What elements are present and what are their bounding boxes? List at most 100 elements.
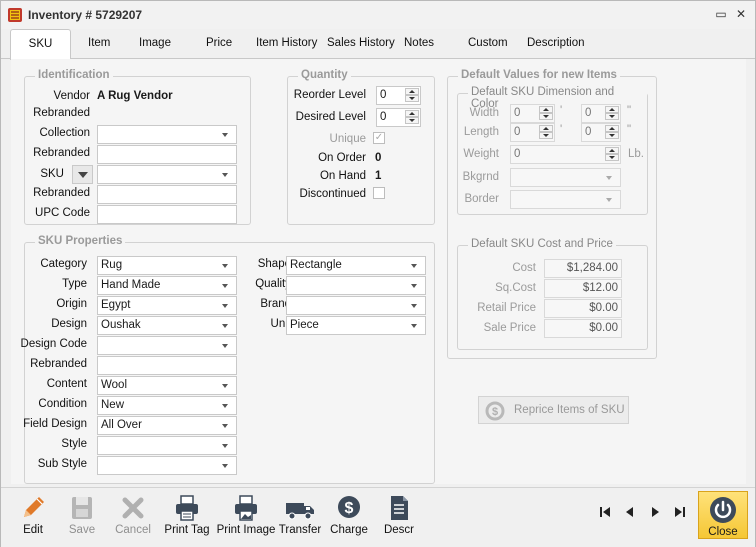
sku-dropdown-button[interactable] [72, 165, 93, 184]
close-label: Close [708, 526, 738, 538]
length-inch-stepper[interactable]: 0 [581, 123, 621, 142]
sku-tab-content: Identification Vendor A Rug Vendor Rebra… [11, 59, 746, 484]
charge-button[interactable]: $ Charge [330, 494, 368, 536]
retail-price-field[interactable]: $0.00 [544, 299, 622, 318]
property-select[interactable] [97, 336, 237, 355]
quantity-group: Quantity Reorder Level 0 Desired Level 0… [287, 69, 435, 225]
property-select[interactable] [286, 276, 426, 295]
transfer-label: Transfer [278, 524, 322, 536]
width-inch-spin[interactable] [605, 106, 619, 121]
rebranded-input-3[interactable] [97, 185, 237, 204]
restore-icon[interactable]: ▭ [712, 5, 730, 23]
print-tag-button[interactable]: Print Tag [163, 494, 211, 536]
tab-custom[interactable]: Custom [468, 37, 508, 49]
close-window-icon[interactable]: ✕ [732, 5, 750, 23]
sq-cost-label: Sq.Cost [495, 282, 536, 294]
property-select[interactable]: Piece [286, 316, 426, 335]
tab-item-history[interactable]: Item History [256, 37, 317, 49]
length-inch-value: 0 [585, 126, 592, 138]
bkgrnd-select[interactable] [510, 168, 621, 187]
sq-cost-field[interactable]: $12.00 [544, 279, 622, 298]
tab-notes[interactable]: Notes [404, 37, 434, 49]
upc-code-input[interactable] [97, 205, 237, 224]
save-label: Save [68, 524, 96, 536]
sku-select[interactable] [97, 165, 237, 184]
unique-checkbox[interactable]: ✓ [373, 132, 385, 144]
close-button[interactable]: Close [698, 491, 748, 539]
on-hand-value: 1 [375, 170, 382, 182]
next-record-icon[interactable] [648, 505, 662, 519]
save-button[interactable]: Save [67, 494, 97, 536]
reorder-level-spin[interactable] [405, 88, 419, 103]
identification-group: Identification Vendor A Rug Vendor Rebra… [24, 69, 251, 225]
length-inch-spin[interactable] [605, 125, 619, 140]
edit-button[interactable]: Edit [18, 494, 48, 536]
property-select[interactable]: Wool [97, 376, 237, 395]
feet-mark: ' [560, 105, 563, 117]
width-feet-stepper[interactable]: 0 [510, 104, 555, 123]
tab-sku[interactable]: SKU [10, 29, 71, 60]
first-record-icon[interactable] [598, 505, 612, 519]
width-feet-spin[interactable] [539, 106, 553, 121]
cost-field[interactable]: $1,284.00 [544, 259, 622, 278]
width-feet-value: 0 [514, 107, 521, 119]
rebranded-input-2[interactable] [97, 145, 237, 164]
tab-item[interactable]: Item [88, 37, 110, 49]
power-icon [710, 497, 736, 523]
reprice-items-button[interactable]: $ Reprice Items of SKU [478, 396, 629, 424]
reorder-level-stepper[interactable]: 0 [376, 86, 421, 105]
tab-bar: SKU Item Image Price Item History Sales … [1, 29, 755, 60]
identification-title: Identification [35, 69, 113, 81]
tab-description[interactable]: Description [527, 37, 585, 49]
cancel-button[interactable]: Cancel [115, 494, 151, 536]
charge-label: Charge [330, 524, 368, 536]
property-select[interactable] [97, 436, 237, 455]
property-label: Sub Style [37, 458, 87, 470]
property-select[interactable] [97, 456, 237, 475]
property-select[interactable] [97, 356, 237, 375]
weight-unit: Lb. [628, 148, 644, 160]
border-select[interactable] [510, 190, 621, 209]
weight-value: 0 [514, 148, 521, 160]
print-image-button[interactable]: Print Image [216, 494, 276, 536]
rebranded-label-3: Rebranded [33, 187, 90, 199]
property-select[interactable]: Hand Made [97, 276, 237, 295]
property-label: Type [62, 278, 87, 290]
weight-spin[interactable] [605, 147, 619, 162]
svg-text:$: $ [345, 500, 354, 517]
discontinued-checkbox[interactable] [373, 187, 385, 199]
tab-sales-history[interactable]: Sales History [327, 37, 395, 49]
edit-label: Edit [23, 524, 43, 536]
property-select[interactable]: All Over [97, 416, 237, 435]
document-icon [391, 496, 408, 520]
tab-image[interactable]: Image [139, 37, 171, 49]
default-cost-group: Default SKU Cost and Price Cost $1,284.0… [457, 238, 648, 350]
desired-level-spin[interactable] [405, 110, 419, 125]
property-select[interactable]: New [97, 396, 237, 415]
length-feet-stepper[interactable]: 0 [510, 123, 555, 142]
on-order-value: 0 [375, 152, 382, 164]
weight-stepper[interactable]: 0 [510, 145, 621, 164]
property-select[interactable]: Rectangle [286, 256, 426, 275]
property-select[interactable] [286, 296, 426, 315]
property-select[interactable]: Egypt [97, 296, 237, 315]
vendor-label: Vendor [53, 90, 90, 102]
length-feet-spin[interactable] [539, 125, 553, 140]
previous-record-icon[interactable] [623, 505, 637, 519]
collection-select[interactable] [97, 125, 237, 144]
desired-level-stepper[interactable]: 0 [376, 108, 421, 127]
tab-price[interactable]: Price [206, 37, 232, 49]
sale-price-field[interactable]: $0.00 [544, 319, 622, 338]
last-record-icon[interactable] [673, 505, 687, 519]
unique-label: Unique [329, 133, 366, 145]
property-select[interactable]: Oushak [97, 316, 237, 335]
transfer-button[interactable]: Transfer [278, 494, 322, 536]
collection-label: Collection [39, 127, 91, 139]
property-select[interactable]: Rug [97, 256, 237, 275]
refresh-dollar-icon: $ [485, 401, 505, 421]
width-inch-stepper[interactable]: 0 [581, 104, 621, 123]
bkgrnd-label: Bkgrnd [462, 171, 499, 183]
descr-button[interactable]: Descr [383, 494, 415, 536]
weight-label: Weight [463, 148, 499, 160]
feet-mark-2: ' [560, 124, 563, 136]
